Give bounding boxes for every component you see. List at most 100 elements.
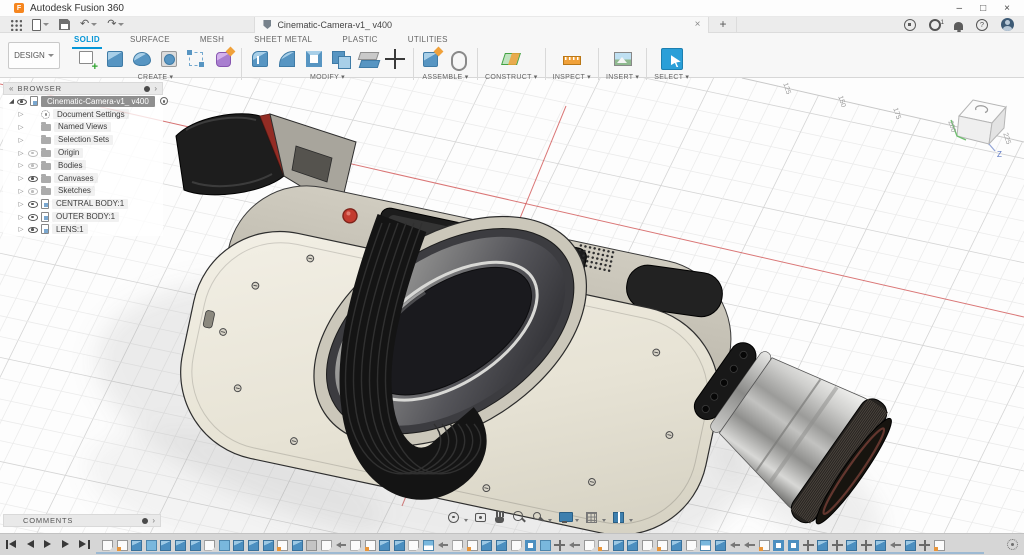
browser-item-canvases[interactable]: ▷Canvases — [3, 172, 163, 185]
browser-item-bodies[interactable]: ▷Bodies — [3, 159, 163, 172]
expand-arrow-icon[interactable]: ▷ — [17, 213, 25, 221]
browser-item-named-views[interactable]: ▷Named Views — [3, 121, 163, 134]
create-group-label[interactable]: CREATE ▾ — [138, 73, 174, 81]
go-to-end-button[interactable] — [78, 539, 90, 550]
select-group-label[interactable]: SELECT ▾ — [654, 73, 689, 81]
ribbon-tab-surface[interactable]: SURFACE — [128, 34, 172, 47]
mirror-feature-44[interactable] — [730, 540, 741, 551]
primitive-feature-4[interactable] — [146, 540, 157, 551]
construction-plane-icon[interactable] — [500, 48, 522, 70]
document-tab[interactable]: Cinematic-Camera-v1_ v400 × — [254, 17, 709, 33]
extrude-feature-14[interactable] — [292, 540, 303, 551]
extrude-feature-21[interactable] — [394, 540, 405, 551]
browser-item-outer-body-1[interactable]: ▷OUTER BODY:1 — [3, 210, 163, 223]
extrude-feature-50[interactable] — [817, 540, 828, 551]
move-feature-57[interactable] — [919, 540, 930, 551]
display-settings-icon[interactable] — [557, 510, 572, 525]
visibility-eye-icon[interactable] — [17, 97, 27, 106]
split-body-icon[interactable] — [357, 48, 379, 70]
measure-icon[interactable] — [561, 48, 583, 70]
expand-arrow-icon[interactable]: ▷ — [17, 136, 25, 144]
extrude-icon[interactable] — [104, 48, 126, 70]
insert-image-icon[interactable] — [612, 48, 634, 70]
sketch-feature-39[interactable] — [657, 540, 668, 551]
save-icon[interactable] — [59, 19, 70, 30]
mirror-feature-45[interactable] — [744, 540, 755, 551]
browser-item-selection-sets[interactable]: ▷Selection Sets — [3, 133, 163, 146]
grid-display-icon[interactable] — [584, 510, 599, 525]
pan-icon[interactable] — [492, 510, 507, 525]
minimize-button[interactable]: – — [957, 1, 963, 16]
extrude-feature-20[interactable] — [379, 540, 390, 551]
redo-icon[interactable]: ↷ — [107, 18, 116, 31]
joint-icon[interactable] — [448, 48, 470, 70]
undo-icon[interactable]: ↶ — [80, 18, 89, 31]
maximize-button[interactable]: □ — [980, 1, 986, 16]
fit-icon[interactable] — [530, 510, 545, 525]
insert-group-label[interactable]: INSERT ▾ — [606, 73, 639, 81]
sketch-feature-18[interactable] — [350, 540, 361, 551]
shell-icon[interactable] — [303, 48, 325, 70]
comments-chevron-icon[interactable]: › — [152, 516, 155, 525]
new-tab-button[interactable]: + — [709, 17, 737, 33]
expand-arrow-icon[interactable]: ▷ — [17, 161, 25, 169]
extrude-feature-3[interactable] — [131, 540, 142, 551]
primitive-feature-9[interactable] — [219, 540, 230, 551]
shell-feature-47[interactable] — [773, 540, 784, 551]
fillet-icon[interactable] — [276, 48, 298, 70]
go-to-start-button[interactable] — [6, 539, 18, 550]
sketch-feature-26[interactable] — [467, 540, 478, 551]
look-at-icon[interactable] — [473, 510, 488, 525]
expand-arrow-icon[interactable]: ▷ — [17, 225, 25, 233]
collapse-panel-icon[interactable]: « — [9, 84, 13, 94]
primitive-feature-31[interactable] — [540, 540, 551, 551]
dropdown-caret-icon[interactable] — [629, 519, 633, 522]
extrude-feature-56[interactable] — [905, 540, 916, 551]
close-button[interactable]: × — [1004, 1, 1010, 16]
ribbon-tab-solid[interactable]: SOLID — [72, 34, 102, 47]
job-status-icon[interactable]: 1 — [929, 19, 941, 31]
extrude-feature-7[interactable] — [190, 540, 201, 551]
extrude-feature-52[interactable] — [846, 540, 857, 551]
move-feature-51[interactable] — [832, 540, 843, 551]
browser-item-lens-1[interactable]: ▷LENS:1 — [3, 223, 163, 236]
sketch-feature-35[interactable] — [598, 540, 609, 551]
browser-root-item[interactable]: ◢Cinematic-Camera-v1_ v400 — [3, 95, 163, 108]
visibility-eye-icon[interactable] — [28, 148, 38, 157]
expand-arrow-icon[interactable]: ▷ — [17, 149, 25, 157]
move-copy-icon[interactable] — [384, 48, 406, 70]
mirror-feature-33[interactable] — [569, 540, 580, 551]
construct-group-label[interactable]: CONSTRUCT ▾ — [485, 73, 538, 81]
move-feature-49[interactable] — [803, 540, 814, 551]
dropdown-caret-icon[interactable] — [548, 519, 552, 522]
visibility-eye-icon[interactable] — [28, 212, 38, 221]
new-component-icon[interactable] — [421, 48, 443, 70]
group-feature-15[interactable] — [306, 540, 317, 551]
browser-chevron-icon[interactable]: › — [154, 84, 157, 93]
play-button[interactable] — [42, 539, 54, 550]
browser-item-sketches[interactable]: ▷Sketches — [3, 185, 163, 198]
ribbon-tab-sheet-metal[interactable]: SHEET METAL — [252, 34, 314, 47]
sketch-feature-2[interactable] — [117, 540, 128, 551]
view-cube[interactable]: Z — [951, 100, 1006, 159]
viewports-icon[interactable] — [611, 510, 626, 525]
step-back-button[interactable] — [24, 539, 36, 550]
extrude-feature-40[interactable] — [671, 540, 682, 551]
sketch-feature-13[interactable] — [277, 540, 288, 551]
expand-arrow-icon[interactable]: ▷ — [17, 187, 25, 195]
extrude-feature-11[interactable] — [248, 540, 259, 551]
extrude-feature-10[interactable] — [233, 540, 244, 551]
sketch-feature-38[interactable] — [642, 540, 653, 551]
orbit-icon[interactable] — [446, 510, 461, 525]
press-pull-icon[interactable] — [249, 48, 271, 70]
browser-item-document-settings[interactable]: ▷Document Settings — [3, 108, 163, 121]
extrude-feature-6[interactable] — [175, 540, 186, 551]
create-form-icon[interactable] — [212, 48, 234, 70]
help-icon[interactable]: ? — [976, 19, 988, 31]
zoom-icon[interactable] — [511, 510, 526, 525]
ribbon-tab-plastic[interactable]: PLASTIC — [340, 34, 379, 47]
mirror-feature-17[interactable] — [336, 540, 347, 551]
profile-avatar[interactable] — [1001, 18, 1014, 31]
sketch-feature-22[interactable] — [408, 540, 419, 551]
sketch-feature-1[interactable] — [102, 540, 113, 551]
